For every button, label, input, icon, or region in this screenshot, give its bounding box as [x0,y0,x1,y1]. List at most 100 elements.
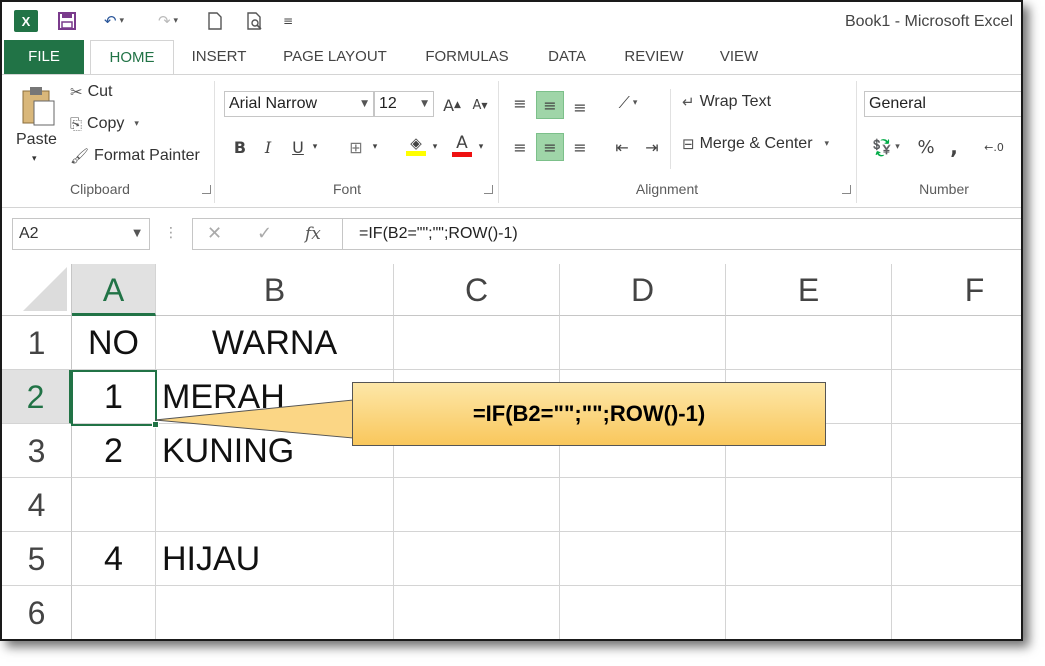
paste-dropdown-icon[interactable]: ▾ [32,153,37,164]
tab-insert[interactable]: INSERT [182,40,256,74]
wrap-text-button[interactable]: ↵ Wrap Text [682,93,771,111]
fill-color-dropdown-icon[interactable]: ▾ [428,133,442,161]
cell-b4[interactable] [156,478,394,532]
customize-qat-icon[interactable]: ≡ [280,9,296,33]
merge-center-button[interactable]: ⊟ Merge & Center ▾ [682,135,829,153]
empty-cell[interactable] [560,532,726,586]
increase-font-icon[interactable]: A ▲ [438,91,466,119]
empty-cell[interactable] [726,586,892,639]
column-header-a[interactable]: A [72,264,156,316]
empty-cell[interactable] [892,532,1021,586]
tab-home[interactable]: HOME [90,40,174,75]
cut-button[interactable]: ✂ Cut [70,83,112,101]
empty-cell[interactable] [892,424,1021,478]
empty-cell[interactable] [394,316,560,370]
insert-function-icon[interactable]: fx [305,224,321,244]
accounting-format-icon[interactable]: 💱 ▾ [864,133,908,161]
divider [670,89,671,169]
font-launcher-icon[interactable] [484,185,493,194]
empty-cell[interactable] [560,478,726,532]
decrease-font-icon[interactable]: A ▼ [466,91,494,119]
copy-button[interactable]: ⎘ Copy ▾ [70,115,139,133]
font-color-icon[interactable]: A [448,131,476,159]
tab-review[interactable]: REVIEW [614,40,694,74]
name-box[interactable]: A2 ▼ [12,218,150,250]
alignment-launcher-icon[interactable] [842,185,851,194]
orientation-icon[interactable]: ⟋ ▾ [608,89,648,117]
cell-a4[interactable] [72,478,156,532]
row-header-2[interactable]: 2 [2,370,72,424]
row-header-4[interactable]: 4 [2,478,72,532]
empty-cell[interactable] [560,586,726,639]
empty-cell[interactable] [726,478,892,532]
italic-button[interactable]: I [254,133,282,161]
decrease-indent-icon[interactable]: ⇤ [608,133,636,161]
empty-cell[interactable] [726,316,892,370]
fill-color-icon[interactable]: ◈ [402,131,430,159]
borders-dropdown-icon[interactable]: ▾ [368,133,382,161]
underline-dropdown-icon[interactable]: ▾ [308,133,322,161]
print-preview-icon[interactable] [242,9,268,33]
increase-decimal-icon[interactable]: ←.0 [980,133,1008,161]
column-header-e[interactable]: E [726,264,892,316]
column-header-f[interactable]: F [892,264,1021,316]
tab-formulas[interactable]: FORMULAS [412,40,522,74]
save-icon[interactable] [54,9,80,33]
title-bar: X ↶ ▾ ↷ ▾ ≡ Book1 - Microsoft Excel [2,2,1021,40]
tab-page-layout[interactable]: PAGE LAYOUT [270,40,400,74]
increase-indent-icon[interactable]: ⇥ [638,133,666,161]
cell-b6[interactable] [156,586,394,639]
cell-a1[interactable]: NO [72,316,156,370]
empty-cell[interactable] [892,478,1021,532]
number-format-select[interactable]: General [864,91,1021,117]
select-all-button[interactable] [2,264,72,316]
font-color-dropdown-icon[interactable]: ▾ [474,133,488,161]
paste-button[interactable]: Paste [16,131,57,149]
undo-icon[interactable]: ↶ ▾ [94,9,134,33]
empty-cell[interactable] [394,532,560,586]
cell-a2[interactable]: 1 [72,370,156,424]
align-top-icon[interactable]: ≡ [506,89,534,117]
bold-button[interactable]: B [226,133,254,161]
row-header-6[interactable]: 6 [2,586,72,639]
cell-a3[interactable]: 2 [72,424,156,478]
column-header-d[interactable]: D [560,264,726,316]
empty-cell[interactable] [892,316,1021,370]
cell-b5[interactable]: HIJAU [156,532,394,586]
clipboard-launcher-icon[interactable] [202,185,211,194]
empty-cell[interactable] [892,370,1021,424]
font-size-select[interactable]: 12 ▼ [374,91,434,117]
empty-cell[interactable] [726,532,892,586]
percent-style-button[interactable]: % [912,133,940,161]
align-middle-icon[interactable]: ≡ [536,91,564,119]
align-right-icon[interactable]: ≡ [566,133,594,161]
column-header-b[interactable]: B [156,264,394,316]
tab-data[interactable]: DATA [536,40,598,74]
empty-cell[interactable] [560,316,726,370]
redo-icon[interactable]: ↷ ▾ [148,9,188,33]
borders-icon[interactable]: ⊞ [342,133,370,161]
cell-b1[interactable]: WARNA [156,316,394,370]
align-center-icon[interactable]: ≡ [536,133,564,161]
tab-view[interactable]: VIEW [708,40,770,74]
formula-input[interactable]: =IF(B2="";"";ROW()-1) [342,218,1021,250]
empty-cell[interactable] [394,478,560,532]
format-painter-button[interactable]: 🖌 Format Painter [70,147,200,165]
paste-clipboard-icon[interactable] [16,83,60,129]
cancel-icon[interactable]: ✕ [207,223,222,244]
empty-cell[interactable] [394,586,560,639]
cell-a5[interactable]: 4 [72,532,156,586]
new-document-icon[interactable] [202,9,228,33]
comma-style-button[interactable]: , [940,133,968,161]
row-header-5[interactable]: 5 [2,532,72,586]
align-left-icon[interactable]: ≡ [506,133,534,161]
empty-cell[interactable] [892,586,1021,639]
row-header-1[interactable]: 1 [2,316,72,370]
cell-a6[interactable] [72,586,156,639]
align-bottom-icon[interactable]: ≡ [566,93,594,121]
column-header-c[interactable]: C [394,264,560,316]
font-name-select[interactable]: Arial Narrow ▼ [224,91,374,117]
enter-check-icon[interactable]: ✓ [257,223,272,244]
row-header-3[interactable]: 3 [2,424,72,478]
tab-file[interactable]: FILE [4,40,84,74]
